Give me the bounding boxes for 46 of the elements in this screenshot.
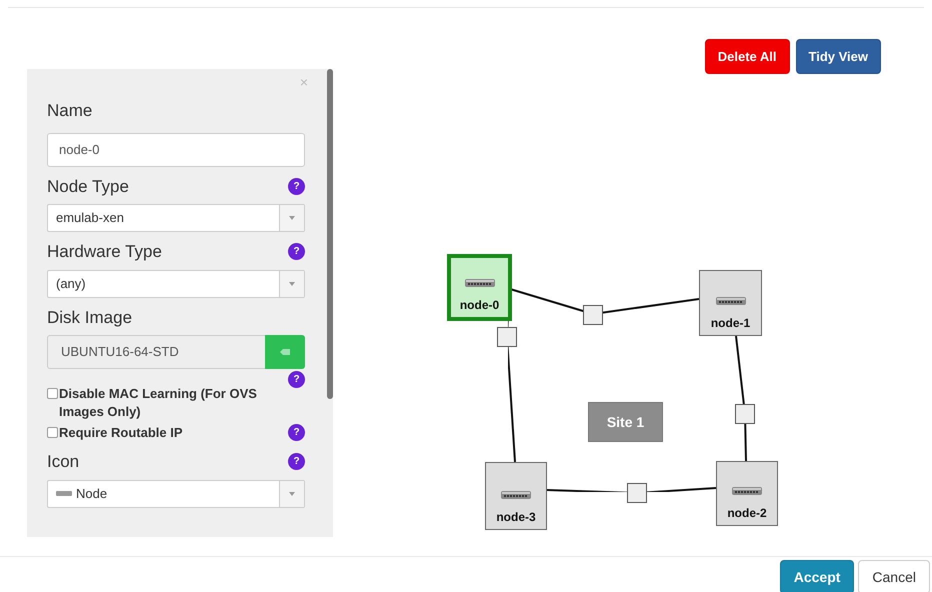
scrollbar-thumb[interactable] <box>327 69 333 399</box>
switch-icon <box>56 491 72 496</box>
checkbox[interactable] <box>47 427 58 438</box>
switch-icon <box>716 296 746 306</box>
site-label: Site 1 <box>588 402 663 442</box>
dropdown-caret-icon <box>279 270 304 296</box>
toolbar-button[interactable]: Tidy View <box>796 39 881 74</box>
help-button[interactable]: ? <box>288 243 305 260</box>
disk-image-field: UBUNTU16-64-STD <box>47 335 265 369</box>
toolbar-button[interactable]: Delete All <box>704 39 790 74</box>
footer-button[interactable]: Cancel <box>858 560 930 592</box>
node-box[interactable]: node-3 <box>485 462 547 530</box>
field-label: Disk Image <box>47 306 132 328</box>
switch-icon <box>501 490 531 500</box>
link-square[interactable] <box>497 327 517 347</box>
checkbox-label: Require Routable IP <box>59 424 183 442</box>
node-box[interactable]: node-1 <box>699 270 762 336</box>
node-label: node-2 <box>727 505 767 522</box>
select-field[interactable]: emulab-xen <box>47 204 305 232</box>
select-field[interactable]: Node <box>47 480 305 508</box>
field-label: Node Type <box>47 176 129 198</box>
node-label: node-1 <box>710 315 750 332</box>
checkbox[interactable] <box>47 388 58 399</box>
node-box[interactable]: node-2 <box>716 461 778 526</box>
node-box[interactable]: node-0 <box>447 254 512 321</box>
help-button[interactable]: ? <box>288 178 305 195</box>
link-square[interactable] <box>735 404 755 424</box>
node-label: node-0 <box>460 297 500 314</box>
dropdown-caret-icon <box>279 205 304 231</box>
node-label: node-3 <box>496 509 536 526</box>
link-square[interactable] <box>627 483 647 503</box>
field-label: Hardware Type <box>47 241 162 263</box>
help-button[interactable]: ? <box>288 424 305 441</box>
link-square[interactable] <box>583 305 603 325</box>
footer-button[interactable]: Accept <box>780 560 854 592</box>
name-field[interactable]: node-0 <box>47 132 305 166</box>
field-label: Name <box>47 100 92 122</box>
select-field[interactable]: (any) <box>47 270 305 298</box>
dropdown-caret-icon <box>279 480 304 506</box>
switch-icon <box>464 278 494 288</box>
pencil-icon <box>280 349 290 355</box>
help-button[interactable]: ? <box>288 371 305 388</box>
help-button[interactable]: ? <box>288 453 305 470</box>
checkbox-label: Disable MAC Learning (For OVS Images Only) <box>59 385 258 421</box>
field-label: Icon <box>47 451 80 473</box>
switch-icon <box>732 486 762 496</box>
